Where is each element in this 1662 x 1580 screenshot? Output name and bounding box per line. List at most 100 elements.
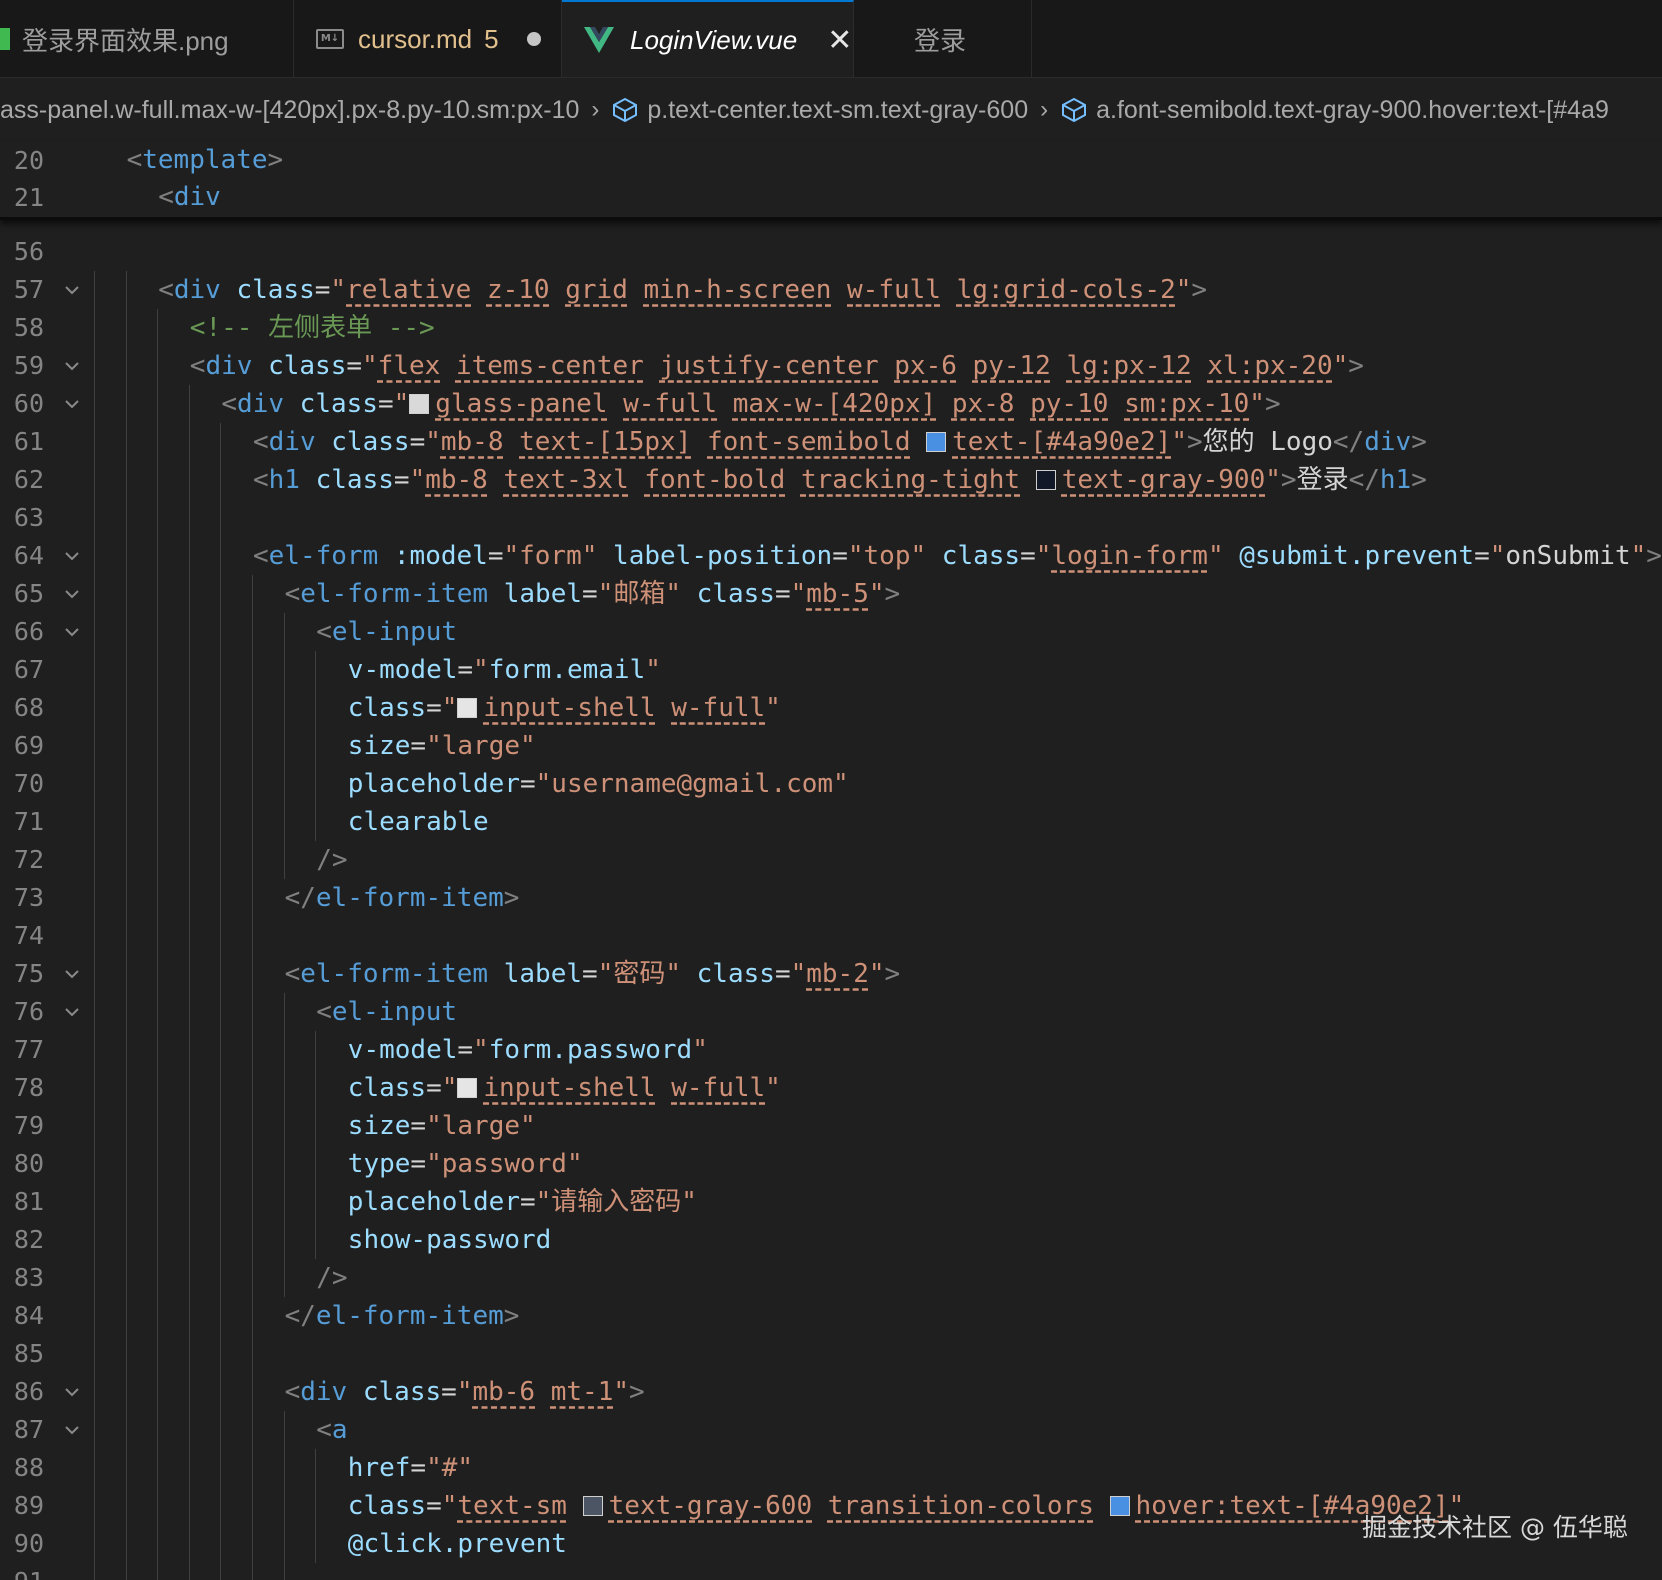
code-line[interactable]: 69 size="large" [0, 727, 1662, 765]
indent-guide [220, 917, 222, 955]
fold-chevron-icon[interactable] [64, 993, 82, 1031]
color-swatch-icon[interactable] [457, 1078, 478, 1098]
code-line[interactable]: 68 class=" input-shell w-full" [0, 689, 1662, 727]
code-text: @click.prevent [348, 1525, 567, 1563]
tab-login-png[interactable]: 登录界面效果.png [0, 0, 294, 77]
line-number: 71 [13, 807, 44, 836]
indent-guide [125, 841, 127, 879]
code-line[interactable]: 20 <template> [0, 142, 1662, 179]
tag-token: h1 [1379, 465, 1412, 495]
code-line[interactable]: 81 placeholder="请输入密码" [0, 1183, 1662, 1221]
close-icon[interactable]: ✕ [827, 23, 852, 58]
indent-guide [220, 1221, 222, 1259]
code-line[interactable]: 87 <a [0, 1411, 1662, 1449]
line-number: 73 [13, 883, 44, 912]
code-line[interactable]: 80 type="password" [0, 1145, 1662, 1183]
class-token: px-6 [894, 351, 957, 381]
color-swatch-icon[interactable] [582, 1496, 603, 1516]
code-line[interactable]: 62 <h1 class="mb-8 text-3xl font-bold tra… [0, 461, 1662, 499]
color-swatch-icon[interactable] [1035, 470, 1056, 490]
indent-guide [94, 499, 95, 537]
code-line[interactable]: 64 <el-form :model="form" label-position=… [0, 537, 1662, 575]
indent-guide [188, 1449, 190, 1487]
color-swatch-icon[interactable] [409, 394, 430, 414]
fold-chevron-icon[interactable] [64, 955, 82, 993]
indent-guide [157, 993, 159, 1031]
code-line[interactable]: 83 /> [0, 1259, 1662, 1297]
tab-loginview-vue[interactable]: LoginView.vue ✕ [562, 0, 854, 77]
color-swatch-icon[interactable] [1109, 1496, 1130, 1516]
breadcrumb: ass-panel.w-full.max-w-[420px].px-8.py-1… [0, 80, 1662, 140]
code-line[interactable]: 56 [0, 233, 1662, 271]
line-number: 80 [13, 1149, 44, 1178]
class-token: lg:px-12 [1066, 351, 1192, 381]
color-swatch-icon[interactable] [457, 698, 478, 718]
text-token: = [441, 1377, 457, 1407]
unsaved-dot-icon[interactable] [526, 32, 541, 46]
indent-guide [94, 423, 95, 461]
indent-guide [220, 1183, 222, 1221]
breadcrumb-item[interactable]: a.font-semibold.text-gray-900.hover:text… [1096, 96, 1609, 125]
code-line[interactable]: 70 placeholder="username@gmail.com" [0, 765, 1662, 803]
code-line[interactable]: 73 </el-form-item> [0, 879, 1662, 917]
color-swatch-icon[interactable] [926, 432, 947, 452]
breadcrumb-item[interactable]: p.text-center.text-sm.text-gray-600 [647, 96, 1028, 125]
sticky-scroll-header[interactable]: 20 <template> 21 <div [0, 142, 1662, 220]
code-line[interactable]: 77 v-model="form.password" [0, 1031, 1662, 1069]
code-line[interactable]: 85 [0, 1335, 1662, 1373]
code-line[interactable]: 79 size="large" [0, 1107, 1662, 1145]
code-line[interactable]: 71 clearable [0, 803, 1662, 841]
tag-token: template [142, 145, 268, 175]
code-text: <a [316, 1411, 347, 1449]
code-line[interactable]: 78 class=" input-shell w-full" [0, 1069, 1662, 1107]
code-line[interactable]: 82 show-password [0, 1221, 1662, 1259]
fold-chevron-icon[interactable] [64, 1411, 82, 1449]
code-line[interactable]: 59 <div class="flex items-center justify-… [0, 347, 1662, 385]
code-line[interactable]: 91 [0, 1563, 1662, 1580]
code-line[interactable]: 84 </el-form-item> [0, 1297, 1662, 1335]
code-editor[interactable]: 56 57 <div class="relative z-10 grid min-h… [0, 233, 1662, 1580]
punctuation-token: </ [1332, 427, 1365, 457]
tab-label: 登录 [914, 25, 967, 56]
string-token: "#" [426, 1453, 474, 1483]
class-token: lg:grid-cols-2 [956, 275, 1176, 305]
fold-chevron-icon[interactable] [64, 1373, 82, 1411]
indent-guide [125, 309, 127, 347]
punctuation-token: < [189, 351, 206, 381]
breadcrumb-item[interactable]: ass-panel.w-full.max-w-[420px].px-8.py-1… [0, 96, 579, 125]
code-line[interactable]: 21 <div [0, 179, 1662, 216]
string-token: " [1630, 541, 1647, 571]
fold-chevron-icon[interactable] [64, 613, 82, 651]
tab-label: cursor.md [358, 23, 473, 54]
code-line[interactable]: 57 <div class="relative z-10 grid min-h-s… [0, 271, 1662, 309]
code-line[interactable]: 86 <div class="mb-6 mt-1"> [0, 1373, 1662, 1411]
fold-chevron-icon[interactable] [64, 271, 82, 309]
code-line[interactable]: 72 /> [0, 841, 1662, 879]
indent-guide [283, 1031, 285, 1069]
class-token: w-full [623, 389, 718, 419]
indent-guide [252, 1107, 253, 1145]
code-line[interactable]: 67 v-model="form.email" [0, 651, 1662, 689]
code-line[interactable]: 76 <el-input [0, 993, 1662, 1031]
code-line[interactable]: 75 <el-form-item label="密码" class="mb-2"> [0, 955, 1662, 993]
fold-chevron-icon[interactable] [64, 385, 82, 423]
tab-login-preview[interactable]: 登录 [854, 0, 1032, 77]
indent-guide [220, 955, 222, 993]
code-line[interactable]: 74 [0, 917, 1662, 955]
code-line[interactable]: 65 <el-form-item label="邮箱" class="mb-5"> [0, 575, 1662, 613]
code-line[interactable]: 66 <el-input [0, 613, 1662, 651]
tab-cursor-md[interactable]: M↓ cursor.md 5 [294, 0, 562, 77]
fold-chevron-icon[interactable] [64, 575, 82, 613]
attribute-token: type [347, 1149, 411, 1179]
indent-guide [125, 1183, 127, 1221]
code-line[interactable]: 88 href="#" [0, 1449, 1662, 1487]
code-line[interactable]: 63 [0, 499, 1662, 537]
code-line[interactable]: 58 <!-- 左侧表单 --> [0, 309, 1662, 347]
string-token: " [441, 1491, 458, 1521]
string-token: " [1207, 541, 1224, 571]
attribute-token: class [347, 1073, 427, 1103]
code-line[interactable]: 61 <div class="mb-8 text-[15px] font-semi… [0, 423, 1662, 461]
fold-chevron-icon[interactable] [64, 537, 82, 575]
code-line[interactable]: 60 <div class=" glass-panel w-full max-w-[… [0, 385, 1662, 423]
fold-chevron-icon[interactable] [64, 347, 82, 385]
